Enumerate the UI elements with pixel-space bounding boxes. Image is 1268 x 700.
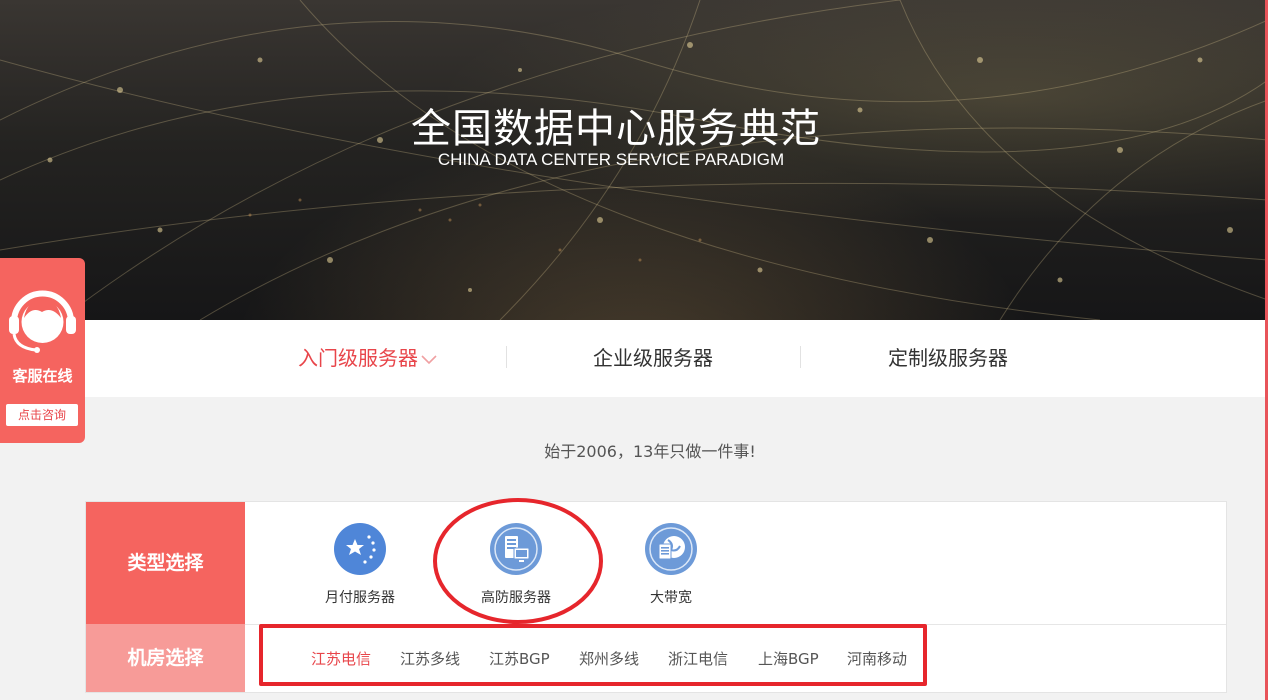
- globe-document-icon: [644, 522, 698, 576]
- type-label: 月付服务器: [325, 590, 395, 606]
- tab-entry-server[interactable]: 入门级服务器: [298, 320, 438, 397]
- customer-service-widget[interactable]: 客服在线 点击咨询: [0, 258, 85, 443]
- room-select-label: 机房选择: [86, 624, 245, 692]
- hero-banner: 全国数据中心服务典范 CHINA DATA CENTER SERVICE PAR…: [0, 0, 1268, 320]
- type-label: 大带宽: [650, 590, 692, 606]
- page: 全国数据中心服务典范 CHINA DATA CENTER SERVICE PAR…: [0, 0, 1268, 700]
- hero-title: 全国数据中心服务典范: [411, 106, 821, 152]
- type-monthly-server[interactable]: 月付服务器: [300, 522, 420, 607]
- tab-label: 入门级服务器: [298, 346, 418, 370]
- chevron-down-icon: [420, 321, 438, 398]
- slogan: 始于2006，13年只做一件事!: [544, 442, 756, 461]
- type-select-label: 类型选择: [86, 502, 245, 624]
- hero-subtitle: CHINA DATA CENTER SERVICE PARADIGM: [437, 150, 785, 169]
- headset-agent-icon: [9, 290, 76, 353]
- star-globe-icon: [333, 522, 387, 576]
- annotation-rectangle: [259, 624, 927, 686]
- consult-button[interactable]: 点击咨询: [6, 404, 78, 426]
- type-high-bandwidth[interactable]: 大带宽: [611, 522, 731, 607]
- customer-service-label: 客服在线: [12, 367, 73, 385]
- annotation-ellipse: [433, 498, 603, 624]
- tab-divider: [800, 346, 801, 368]
- tab-enterprise-server[interactable]: 企业级服务器: [593, 320, 713, 397]
- tab-divider: [506, 346, 507, 368]
- tab-custom-server[interactable]: 定制级服务器: [888, 320, 1008, 397]
- server-tier-tabs: 入门级服务器 企业级服务器 定制级服务器: [0, 320, 1265, 397]
